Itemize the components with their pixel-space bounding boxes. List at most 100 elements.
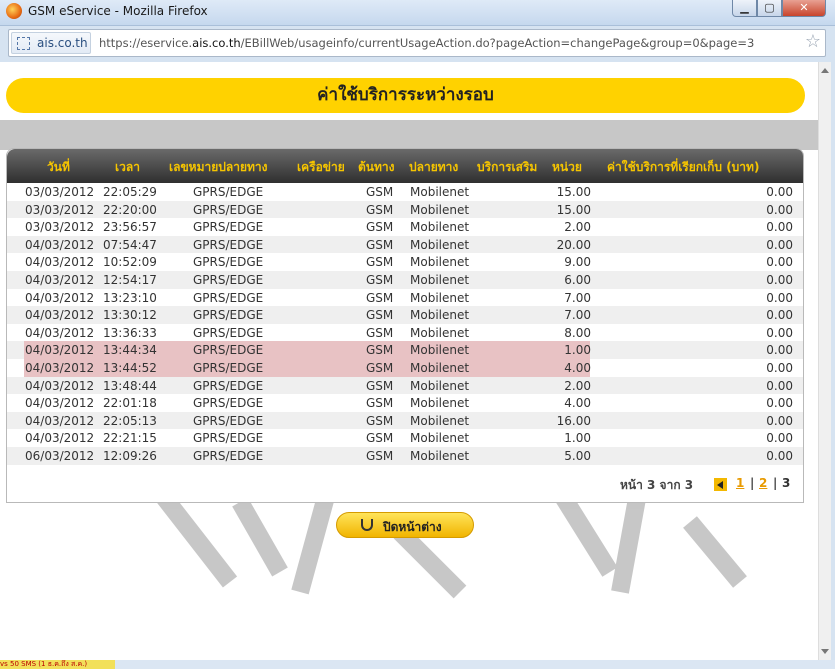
table-row: 04/03/2012 12:54:17 GPRS/EDGE GSM Mobilenet 6… <box>7 270 803 289</box>
table-row: 04/03/2012 22:21:15 GPRS/EDGE GSM Mobilenet 1… <box>7 429 803 447</box>
cell-destination: Mobilenet <box>410 255 470 270</box>
cell-charge: 0.00 <box>766 413 793 428</box>
site-identity-button[interactable]: ais.co.th <box>11 32 91 54</box>
cell-charge: 0.00 <box>766 255 793 270</box>
cell-time: 13:30:12 <box>103 308 157 323</box>
cell-destination-number: GPRS/EDGE <box>193 325 264 340</box>
col-time: เวลา <box>115 160 140 174</box>
url-prefix: https://eservice. <box>99 36 193 50</box>
cell-origin: GSM <box>366 325 394 340</box>
cell-destination: Mobilenet <box>410 308 470 323</box>
cell-charge: 0.00 <box>766 325 793 340</box>
page-separator: | <box>773 476 778 490</box>
table-body: 03/03/2012 22:05:29 GPRS/EDGE GSM Mobilenet 1… <box>7 183 803 465</box>
usage-table: วันที่ เวลา เลขหมายปลายทาง เครือข่าย ต้น… <box>6 148 804 503</box>
maximize-button[interactable]: ▢ <box>757 0 782 17</box>
cell-destination: Mobilenet <box>410 237 470 252</box>
close-page-label: ปิดหน้าต่าง <box>383 520 442 534</box>
cell-origin: GSM <box>366 448 394 463</box>
close-window-button[interactable]: ✕ <box>782 0 826 17</box>
window-titlebar: GSM eService - Mozilla Firefox ▁ ▢ ✕ <box>0 0 835 26</box>
cell-origin: GSM <box>366 202 394 217</box>
cell-origin: GSM <box>366 378 394 393</box>
cell-destination-number: GPRS/EDGE <box>193 237 264 252</box>
cell-destination: Mobilenet <box>410 448 470 463</box>
cell-time: 12:09:26 <box>103 448 157 463</box>
table-row: 03/03/2012 22:05:29 GPRS/EDGE GSM Mobilenet 1… <box>7 183 803 201</box>
cell-time: 07:54:47 <box>103 237 157 252</box>
cell-units: 4.00 <box>564 396 591 411</box>
col-charge: ค่าใช้บริการที่เรียกเก็บ (บาท) <box>607 160 760 174</box>
cell-date: 03/03/2012 <box>25 220 95 235</box>
cell-date: 04/03/2012 <box>25 237 95 252</box>
table-header: วันที่ เวลา เลขหมายปลายทาง เครือข่าย ต้น… <box>7 149 803 183</box>
scroll-down-icon[interactable] <box>821 649 829 654</box>
cell-destination: Mobilenet <box>410 325 470 340</box>
cell-destination-number: GPRS/EDGE <box>193 290 264 305</box>
page-content: ค่าใช้บริการระหว่างรอบ วันที่ เวลา เลขหม… <box>0 62 818 660</box>
cell-destination-number: GPRS/EDGE <box>193 448 264 463</box>
minimize-button[interactable]: ▁ <box>732 0 757 17</box>
page-title: ค่าใช้บริการระหว่างรอบ <box>6 78 805 113</box>
scroll-up-icon[interactable] <box>821 68 829 73</box>
page-separator: | <box>750 476 755 490</box>
cell-units: 20.00 <box>556 237 591 252</box>
vertical-scrollbar[interactable] <box>818 62 831 660</box>
cell-time: 13:36:33 <box>103 325 157 340</box>
bookmark-star-icon[interactable]: ☆ <box>805 32 821 52</box>
cell-charge: 0.00 <box>766 202 793 217</box>
cell-time: 10:52:09 <box>103 255 157 270</box>
table-row: 04/03/2012 13:44:52 GPRS/EDGE GSM Mobilenet 4… <box>7 358 803 377</box>
cell-date: 04/03/2012 <box>25 378 95 393</box>
previous-page-icon[interactable] <box>714 478 727 491</box>
page-indicator: หน้า 3 จาก 3 <box>620 478 694 492</box>
cell-time: 22:05:29 <box>103 185 157 199</box>
address-bar[interactable]: ais.co.th https://eservice.ais.co.th/EBi… <box>8 29 826 57</box>
cell-date: 04/03/2012 <box>25 413 95 428</box>
col-destination: ปลายทาง <box>409 160 459 174</box>
cell-destination-number: GPRS/EDGE <box>193 185 264 199</box>
cell-origin: GSM <box>366 290 394 305</box>
window-title: GSM eService - Mozilla Firefox <box>28 4 208 18</box>
cell-destination: Mobilenet <box>410 185 470 199</box>
firefox-logo-icon <box>6 3 22 19</box>
cell-time: 13:44:34 <box>103 343 157 358</box>
taskbar-item[interactable]: vs 50 SMS (1 ธ.ค.ถึง ส.ค.) <box>0 660 115 669</box>
cell-units: 16.00 <box>556 413 591 428</box>
cell-time: 22:20:00 <box>103 202 157 217</box>
page-link-1[interactable]: 1 <box>736 476 744 490</box>
table-row: 06/03/2012 12:09:26 GPRS/EDGE GSM Mobilenet 5… <box>7 446 803 465</box>
cell-destination-number: GPRS/EDGE <box>193 360 264 375</box>
close-door-icon <box>361 519 373 531</box>
table-row: 04/03/2012 22:01:18 GPRS/EDGE GSM Mobilenet 4… <box>7 394 803 412</box>
cell-destination-number: GPRS/EDGE <box>193 378 264 393</box>
cell-origin: GSM <box>366 360 394 375</box>
url-text[interactable]: https://eservice.ais.co.th/EBillWeb/usag… <box>99 36 754 50</box>
cell-charge: 0.00 <box>766 360 793 375</box>
cell-charge: 0.00 <box>766 396 793 411</box>
cell-units: 2.00 <box>564 220 591 235</box>
cell-date: 04/03/2012 <box>25 290 95 305</box>
cell-destination: Mobilenet <box>410 290 470 305</box>
cell-destination-number: GPRS/EDGE <box>193 255 264 270</box>
cell-time: 12:54:17 <box>103 272 157 287</box>
cell-destination-number: GPRS/EDGE <box>193 396 264 411</box>
cell-units: 7.00 <box>564 308 591 323</box>
cell-destination: Mobilenet <box>410 413 470 428</box>
col-units: หน่วย <box>552 160 582 174</box>
cell-time: 22:05:13 <box>103 413 157 428</box>
table-row: 04/03/2012 07:54:47 GPRS/EDGE GSM Mobilenet 2… <box>7 235 803 254</box>
cell-charge: 0.00 <box>766 290 793 305</box>
cell-origin: GSM <box>366 272 394 287</box>
table-row: 04/03/2012 13:36:33 GPRS/EDGE GSM Mobilenet 8… <box>7 324 803 342</box>
cell-destination-number: GPRS/EDGE <box>193 413 264 428</box>
cell-date: 04/03/2012 <box>25 396 95 411</box>
close-page-button[interactable]: ปิดหน้าต่าง <box>336 512 474 538</box>
table-row: 04/03/2012 13:30:12 GPRS/EDGE GSM Mobilenet 7… <box>7 306 803 324</box>
col-network: เครือข่าย <box>297 160 345 174</box>
cell-time: 22:21:15 <box>103 431 157 446</box>
page-link-2[interactable]: 2 <box>759 476 767 490</box>
cell-date: 06/03/2012 <box>25 448 95 463</box>
cell-origin: GSM <box>366 396 394 411</box>
cell-origin: GSM <box>366 343 394 358</box>
